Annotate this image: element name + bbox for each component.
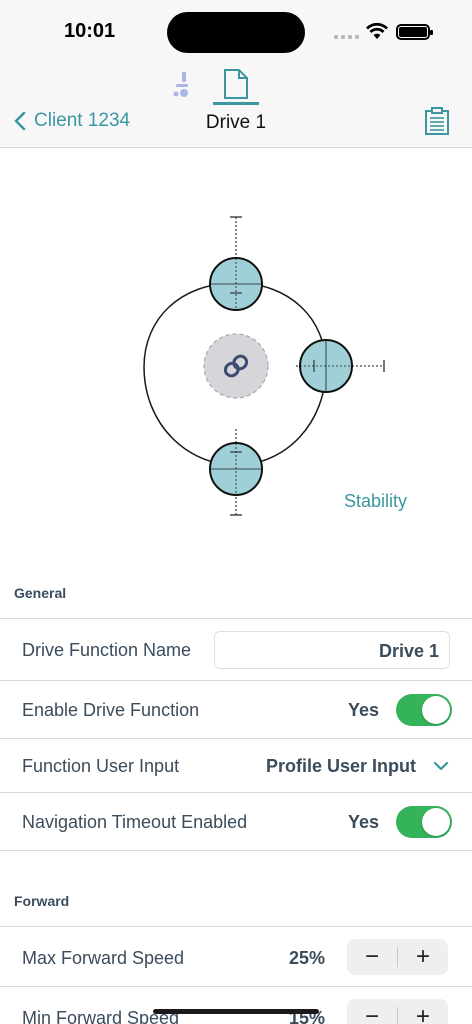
max-forward-speed-decrement-button[interactable]: − — [347, 939, 397, 975]
navigation-bar: Client 1234 Drive 1 — [0, 62, 472, 148]
section-header-forward: Forward — [14, 893, 70, 909]
document-tab-icon[interactable] — [222, 68, 250, 100]
function-user-input-label: Function User Input — [22, 756, 180, 776]
max-forward-speed-increment-button[interactable]: + — [398, 939, 448, 975]
wheelchair-tab-icon[interactable] — [172, 70, 192, 100]
row-drive-function-name: Drive Function Name Drive 1 — [0, 618, 472, 680]
drive-function-name-value: Drive 1 — [378, 641, 439, 661]
clipboard-icon[interactable] — [424, 106, 450, 136]
battery-icon — [396, 24, 433, 40]
max-forward-speed-value: 25% — [289, 948, 326, 968]
drive-function-name-field[interactable]: Drive 1 — [214, 631, 450, 669]
active-tab-indicator — [213, 102, 259, 105]
dynamic-island — [167, 12, 305, 53]
stability-link[interactable]: Stability — [344, 491, 407, 512]
function-user-input-value: Profile User Input — [266, 756, 417, 776]
row-function-user-input[interactable]: Function User Input Profile User Input — [0, 738, 472, 792]
min-forward-speed-stepper: − + — [347, 999, 448, 1024]
drive-function-name-label: Drive Function Name — [22, 640, 192, 660]
cellular-signal-icon — [334, 35, 359, 39]
navigation-timeout-label: Navigation Timeout Enabled — [22, 812, 248, 832]
status-bar: 10:01 — [0, 0, 472, 62]
navigation-timeout-value: Yes — [348, 812, 380, 832]
wifi-icon — [366, 22, 388, 39]
wheel-bottom — [209, 442, 263, 496]
enable-drive-function-label: Enable Drive Function — [22, 700, 200, 720]
status-time: 10:01 — [64, 20, 116, 42]
chevron-down-icon[interactable] — [433, 761, 449, 771]
enable-drive-function-value: Yes — [348, 700, 380, 720]
navigation-timeout-toggle[interactable] — [396, 806, 452, 838]
home-indicator[interactable] — [153, 1009, 319, 1014]
max-forward-speed-label: Max Forward Speed — [22, 948, 185, 968]
stability-diagram: Stability — [0, 149, 472, 569]
row-navigation-timeout: Navigation Timeout Enabled Yes — [0, 792, 472, 851]
enable-drive-function-toggle[interactable] — [396, 694, 452, 726]
wheel-top — [209, 257, 263, 311]
min-forward-speed-increment-button[interactable]: + — [398, 999, 448, 1024]
row-min-forward-speed: Min Forward Speed 15% − + — [0, 986, 472, 1024]
page-title: Drive 1 — [205, 112, 267, 133]
wheel-right — [299, 339, 353, 393]
row-enable-drive-function: Enable Drive Function Yes — [0, 680, 472, 738]
max-forward-speed-stepper: − + — [347, 939, 448, 975]
row-max-forward-speed: Max Forward Speed 25% − + — [0, 926, 472, 986]
section-header-general: General — [14, 585, 67, 601]
min-forward-speed-decrement-button[interactable]: − — [347, 999, 397, 1024]
